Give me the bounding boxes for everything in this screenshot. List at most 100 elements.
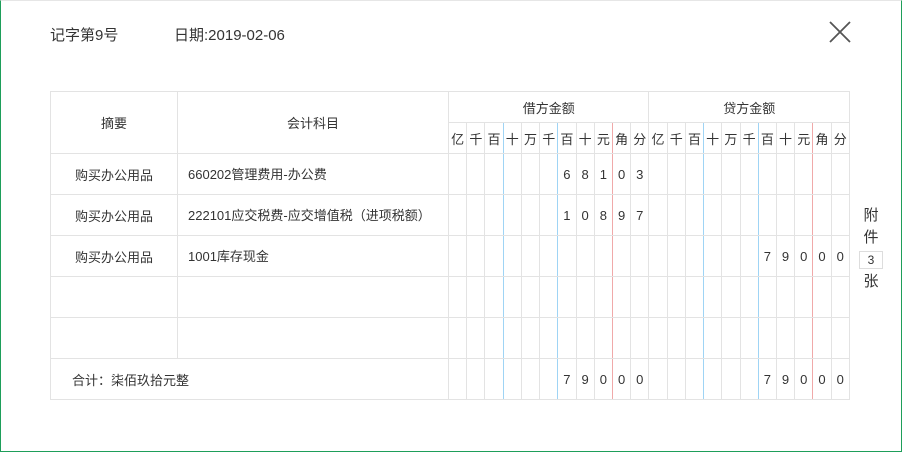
credit-digit-cell[interactable] xyxy=(703,317,723,359)
debit-digit-cell[interactable] xyxy=(502,153,522,195)
debit-digit-cell[interactable]: 9 xyxy=(611,194,632,236)
credit-digit-cell[interactable] xyxy=(648,235,668,277)
summary-cell[interactable]: 购买办公用品 xyxy=(50,153,178,195)
debit-total-digit-cell[interactable]: 0 xyxy=(593,358,613,400)
credit-digit-cell[interactable]: 9 xyxy=(775,235,796,277)
credit-digit-cell[interactable] xyxy=(830,153,851,195)
credit-digit-cell[interactable] xyxy=(794,276,814,318)
credit-digit-cell[interactable] xyxy=(666,317,686,359)
debit-digit-cell[interactable] xyxy=(593,317,613,359)
debit-digit-cell[interactable] xyxy=(484,276,504,318)
debit-digit-cell[interactable] xyxy=(502,194,522,236)
debit-digit-cell[interactable]: 0 xyxy=(611,153,632,195)
credit-digit-cell[interactable]: 0 xyxy=(812,235,832,277)
credit-total-digit-cell[interactable]: 0 xyxy=(830,358,851,400)
credit-digit-cell[interactable] xyxy=(739,276,759,318)
debit-digit-cell[interactable] xyxy=(520,276,541,318)
credit-digit-cell[interactable] xyxy=(648,317,668,359)
debit-total-digit-cell[interactable]: 0 xyxy=(611,358,632,400)
credit-digit-cell[interactable]: 0 xyxy=(830,235,851,277)
account-cell[interactable]: 1001库存现金 xyxy=(177,235,449,277)
debit-digit-cell[interactable] xyxy=(611,276,632,318)
credit-digit-cell[interactable] xyxy=(830,317,851,359)
credit-digit-cell[interactable] xyxy=(775,153,796,195)
credit-digit-cell[interactable] xyxy=(684,317,705,359)
debit-digit-cell[interactable] xyxy=(539,276,559,318)
debit-digit-cell[interactable] xyxy=(539,317,559,359)
credit-total-digit-cell[interactable] xyxy=(648,358,668,400)
debit-digit-cell[interactable] xyxy=(466,276,486,318)
credit-digit-cell[interactable] xyxy=(812,194,832,236)
debit-digit-cell[interactable]: 1 xyxy=(593,153,613,195)
credit-total-digit-cell[interactable] xyxy=(739,358,759,400)
debit-digit-cell[interactable] xyxy=(484,194,504,236)
account-cell[interactable]: 222101应交税费-应交增值税（进项税额） xyxy=(177,194,449,236)
credit-total-digit-cell[interactable]: 7 xyxy=(757,358,777,400)
credit-digit-cell[interactable] xyxy=(775,194,796,236)
credit-digit-cell[interactable] xyxy=(666,276,686,318)
credit-digit-cell[interactable] xyxy=(794,153,814,195)
debit-digit-cell[interactable]: 7 xyxy=(630,194,650,236)
credit-digit-cell[interactable] xyxy=(757,194,777,236)
debit-digit-cell[interactable] xyxy=(557,276,577,318)
debit-digit-cell[interactable]: 3 xyxy=(630,153,650,195)
summary-cell[interactable] xyxy=(50,276,178,318)
debit-digit-cell[interactable] xyxy=(502,235,522,277)
credit-digit-cell[interactable] xyxy=(757,276,777,318)
credit-digit-cell[interactable] xyxy=(666,194,686,236)
debit-digit-cell[interactable] xyxy=(466,153,486,195)
debit-digit-cell[interactable] xyxy=(447,317,468,359)
credit-digit-cell[interactable] xyxy=(794,194,814,236)
debit-total-digit-cell[interactable] xyxy=(502,358,522,400)
credit-total-digit-cell[interactable] xyxy=(666,358,686,400)
credit-digit-cell[interactable] xyxy=(684,276,705,318)
credit-total-digit-cell[interactable] xyxy=(721,358,741,400)
credit-digit-cell[interactable] xyxy=(684,153,705,195)
debit-total-digit-cell[interactable]: 0 xyxy=(630,358,650,400)
credit-total-digit-cell[interactable]: 0 xyxy=(812,358,832,400)
credit-digit-cell[interactable] xyxy=(721,153,741,195)
credit-digit-cell[interactable] xyxy=(812,153,832,195)
credit-digit-cell[interactable] xyxy=(703,153,723,195)
debit-digit-cell[interactable] xyxy=(520,194,541,236)
credit-total-digit-cell[interactable] xyxy=(684,358,705,400)
debit-digit-cell[interactable] xyxy=(557,235,577,277)
close-button[interactable] xyxy=(828,20,852,44)
debit-digit-cell[interactable]: 1 xyxy=(557,194,577,236)
credit-digit-cell[interactable] xyxy=(739,235,759,277)
debit-digit-cell[interactable] xyxy=(466,317,486,359)
debit-digit-cell[interactable] xyxy=(593,235,613,277)
debit-digit-cell[interactable] xyxy=(593,276,613,318)
debit-total-digit-cell[interactable] xyxy=(447,358,468,400)
credit-total-digit-cell[interactable]: 0 xyxy=(794,358,814,400)
debit-total-digit-cell[interactable] xyxy=(484,358,504,400)
debit-total-digit-cell[interactable] xyxy=(466,358,486,400)
summary-cell[interactable] xyxy=(50,317,178,359)
credit-digit-cell[interactable] xyxy=(648,276,668,318)
credit-digit-cell[interactable] xyxy=(812,317,832,359)
credit-digit-cell[interactable] xyxy=(703,194,723,236)
account-cell[interactable]: 660202管理费用-办公费 xyxy=(177,153,449,195)
credit-digit-cell[interactable] xyxy=(739,317,759,359)
debit-digit-cell[interactable] xyxy=(520,317,541,359)
credit-digit-cell[interactable] xyxy=(721,194,741,236)
credit-digit-cell[interactable] xyxy=(830,276,851,318)
credit-digit-cell[interactable] xyxy=(703,235,723,277)
summary-cell[interactable]: 购买办公用品 xyxy=(50,235,178,277)
credit-digit-cell[interactable]: 7 xyxy=(757,235,777,277)
debit-digit-cell[interactable] xyxy=(447,276,468,318)
credit-digit-cell[interactable] xyxy=(830,194,851,236)
debit-digit-cell[interactable] xyxy=(447,235,468,277)
debit-digit-cell[interactable] xyxy=(611,235,632,277)
debit-total-digit-cell[interactable] xyxy=(539,358,559,400)
credit-digit-cell[interactable] xyxy=(757,153,777,195)
debit-digit-cell[interactable] xyxy=(557,317,577,359)
credit-digit-cell[interactable] xyxy=(721,235,741,277)
debit-digit-cell[interactable] xyxy=(539,194,559,236)
debit-total-digit-cell[interactable]: 7 xyxy=(557,358,577,400)
debit-digit-cell[interactable] xyxy=(484,235,504,277)
debit-digit-cell[interactable] xyxy=(575,317,595,359)
debit-digit-cell[interactable] xyxy=(502,317,522,359)
debit-digit-cell[interactable] xyxy=(611,317,632,359)
credit-digit-cell[interactable] xyxy=(666,153,686,195)
